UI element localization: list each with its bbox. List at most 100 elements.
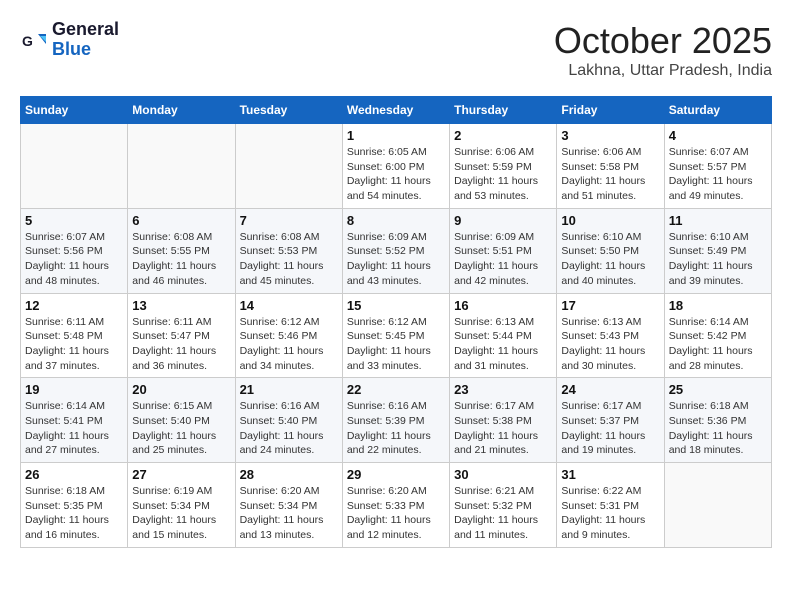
logo-general: General bbox=[52, 20, 119, 40]
calendar-cell: 14 Sunrise: 6:12 AM Sunset: 5:46 PM Dayli… bbox=[235, 293, 342, 378]
day-number: 14 bbox=[240, 298, 338, 313]
location: Lakhna, Uttar Pradesh, India bbox=[554, 62, 772, 80]
calendar-cell: 28 Sunrise: 6:20 AM Sunset: 5:34 PM Dayli… bbox=[235, 463, 342, 548]
day-number: 25 bbox=[669, 382, 767, 397]
day-info: Sunrise: 6:07 AM Sunset: 5:56 PM Dayligh… bbox=[25, 230, 123, 289]
day-number: 15 bbox=[347, 298, 445, 313]
logo: G General Blue bbox=[20, 20, 119, 60]
day-info: Sunrise: 6:07 AM Sunset: 5:57 PM Dayligh… bbox=[669, 145, 767, 204]
week-row-2: 5 Sunrise: 6:07 AM Sunset: 5:56 PM Daylig… bbox=[21, 208, 772, 293]
calendar-table: SundayMondayTuesdayWednesdayThursdayFrid… bbox=[20, 96, 772, 548]
day-number: 19 bbox=[25, 382, 123, 397]
calendar-cell: 21 Sunrise: 6:16 AM Sunset: 5:40 PM Dayli… bbox=[235, 378, 342, 463]
day-number: 29 bbox=[347, 467, 445, 482]
day-number: 9 bbox=[454, 213, 552, 228]
calendar-cell: 12 Sunrise: 6:11 AM Sunset: 5:48 PM Dayli… bbox=[21, 293, 128, 378]
day-info: Sunrise: 6:10 AM Sunset: 5:50 PM Dayligh… bbox=[561, 230, 659, 289]
calendar-cell: 9 Sunrise: 6:09 AM Sunset: 5:51 PM Daylig… bbox=[450, 208, 557, 293]
calendar-cell: 10 Sunrise: 6:10 AM Sunset: 5:50 PM Dayli… bbox=[557, 208, 664, 293]
calendar-cell: 15 Sunrise: 6:12 AM Sunset: 5:45 PM Dayli… bbox=[342, 293, 449, 378]
day-number: 16 bbox=[454, 298, 552, 313]
calendar-cell: 6 Sunrise: 6:08 AM Sunset: 5:55 PM Daylig… bbox=[128, 208, 235, 293]
day-info: Sunrise: 6:19 AM Sunset: 5:34 PM Dayligh… bbox=[132, 484, 230, 543]
day-number: 22 bbox=[347, 382, 445, 397]
weekday-header-saturday: Saturday bbox=[664, 97, 771, 124]
calendar-cell: 30 Sunrise: 6:21 AM Sunset: 5:32 PM Dayli… bbox=[450, 463, 557, 548]
day-info: Sunrise: 6:21 AM Sunset: 5:32 PM Dayligh… bbox=[454, 484, 552, 543]
calendar-cell: 7 Sunrise: 6:08 AM Sunset: 5:53 PM Daylig… bbox=[235, 208, 342, 293]
day-number: 20 bbox=[132, 382, 230, 397]
calendar-cell: 31Sunrise: 6:22 AM Sunset: 5:31 PM Dayli… bbox=[557, 463, 664, 548]
day-info: Sunrise: 6:20 AM Sunset: 5:34 PM Dayligh… bbox=[240, 484, 338, 543]
calendar-cell: 19Sunrise: 6:14 AM Sunset: 5:41 PM Dayli… bbox=[21, 378, 128, 463]
calendar-cell: 3Sunrise: 6:06 AM Sunset: 5:58 PM Daylig… bbox=[557, 124, 664, 209]
day-info: Sunrise: 6:09 AM Sunset: 5:51 PM Dayligh… bbox=[454, 230, 552, 289]
weekday-header-friday: Friday bbox=[557, 97, 664, 124]
day-number: 24 bbox=[561, 382, 659, 397]
day-number: 8 bbox=[347, 213, 445, 228]
day-number: 18 bbox=[669, 298, 767, 313]
day-number: 2 bbox=[454, 128, 552, 143]
weekday-header-wednesday: Wednesday bbox=[342, 97, 449, 124]
day-info: Sunrise: 6:16 AM Sunset: 5:40 PM Dayligh… bbox=[240, 399, 338, 458]
day-info: Sunrise: 6:05 AM Sunset: 6:00 PM Dayligh… bbox=[347, 145, 445, 204]
day-number: 1 bbox=[347, 128, 445, 143]
day-info: Sunrise: 6:14 AM Sunset: 5:42 PM Dayligh… bbox=[669, 315, 767, 374]
day-info: Sunrise: 6:11 AM Sunset: 5:48 PM Dayligh… bbox=[25, 315, 123, 374]
day-number: 30 bbox=[454, 467, 552, 482]
weekday-header-row: SundayMondayTuesdayWednesdayThursdayFrid… bbox=[21, 97, 772, 124]
calendar-cell bbox=[235, 124, 342, 209]
day-info: Sunrise: 6:22 AM Sunset: 5:31 PM Dayligh… bbox=[561, 484, 659, 543]
day-number: 17 bbox=[561, 298, 659, 313]
week-row-1: 1 Sunrise: 6:05 AM Sunset: 6:00 PM Daylig… bbox=[21, 124, 772, 209]
day-number: 11 bbox=[669, 213, 767, 228]
week-row-5: 26 Sunrise: 6:18 AM Sunset: 5:35 PM Dayli… bbox=[21, 463, 772, 548]
day-number: 28 bbox=[240, 467, 338, 482]
calendar-cell: 1 Sunrise: 6:05 AM Sunset: 6:00 PM Daylig… bbox=[342, 124, 449, 209]
calendar-cell: 29Sunrise: 6:20 AM Sunset: 5:33 PM Dayli… bbox=[342, 463, 449, 548]
day-number: 21 bbox=[240, 382, 338, 397]
calendar-cell: 4 Sunrise: 6:07 AM Sunset: 5:57 PM Daylig… bbox=[664, 124, 771, 209]
day-number: 13 bbox=[132, 298, 230, 313]
day-info: Sunrise: 6:11 AM Sunset: 5:47 PM Dayligh… bbox=[132, 315, 230, 374]
title-block: October 2025 Lakhna, Uttar Pradesh, Indi… bbox=[554, 20, 772, 80]
day-number: 10 bbox=[561, 213, 659, 228]
day-number: 5 bbox=[25, 213, 123, 228]
logo-blue: Blue bbox=[52, 40, 119, 60]
week-row-4: 19Sunrise: 6:14 AM Sunset: 5:41 PM Dayli… bbox=[21, 378, 772, 463]
day-info: Sunrise: 6:06 AM Sunset: 5:58 PM Dayligh… bbox=[561, 145, 659, 204]
calendar-cell: 8 Sunrise: 6:09 AM Sunset: 5:52 PM Daylig… bbox=[342, 208, 449, 293]
day-number: 4 bbox=[669, 128, 767, 143]
calendar-cell: 11 Sunrise: 6:10 AM Sunset: 5:49 PM Dayli… bbox=[664, 208, 771, 293]
day-info: Sunrise: 6:18 AM Sunset: 5:35 PM Dayligh… bbox=[25, 484, 123, 543]
calendar-cell: 22 Sunrise: 6:16 AM Sunset: 5:39 PM Dayli… bbox=[342, 378, 449, 463]
day-info: Sunrise: 6:13 AM Sunset: 5:43 PM Dayligh… bbox=[561, 315, 659, 374]
svg-text:G: G bbox=[22, 33, 33, 49]
calendar-cell: 20 Sunrise: 6:15 AM Sunset: 5:40 PM Dayli… bbox=[128, 378, 235, 463]
day-info: Sunrise: 6:06 AM Sunset: 5:59 PM Dayligh… bbox=[454, 145, 552, 204]
day-info: Sunrise: 6:15 AM Sunset: 5:40 PM Dayligh… bbox=[132, 399, 230, 458]
day-info: Sunrise: 6:16 AM Sunset: 5:39 PM Dayligh… bbox=[347, 399, 445, 458]
day-info: Sunrise: 6:12 AM Sunset: 5:46 PM Dayligh… bbox=[240, 315, 338, 374]
day-number: 12 bbox=[25, 298, 123, 313]
day-number: 6 bbox=[132, 213, 230, 228]
day-info: Sunrise: 6:17 AM Sunset: 5:37 PM Dayligh… bbox=[561, 399, 659, 458]
day-info: Sunrise: 6:18 AM Sunset: 5:36 PM Dayligh… bbox=[669, 399, 767, 458]
calendar-cell bbox=[664, 463, 771, 548]
day-number: 23 bbox=[454, 382, 552, 397]
day-info: Sunrise: 6:09 AM Sunset: 5:52 PM Dayligh… bbox=[347, 230, 445, 289]
day-info: Sunrise: 6:08 AM Sunset: 5:55 PM Dayligh… bbox=[132, 230, 230, 289]
week-row-3: 12 Sunrise: 6:11 AM Sunset: 5:48 PM Dayli… bbox=[21, 293, 772, 378]
day-number: 26 bbox=[25, 467, 123, 482]
calendar-cell: 5 Sunrise: 6:07 AM Sunset: 5:56 PM Daylig… bbox=[21, 208, 128, 293]
weekday-header-monday: Monday bbox=[128, 97, 235, 124]
day-info: Sunrise: 6:12 AM Sunset: 5:45 PM Dayligh… bbox=[347, 315, 445, 374]
day-info: Sunrise: 6:10 AM Sunset: 5:49 PM Dayligh… bbox=[669, 230, 767, 289]
calendar-cell: 18 Sunrise: 6:14 AM Sunset: 5:42 PM Dayli… bbox=[664, 293, 771, 378]
day-info: Sunrise: 6:08 AM Sunset: 5:53 PM Dayligh… bbox=[240, 230, 338, 289]
day-number: 7 bbox=[240, 213, 338, 228]
calendar-cell: 16 Sunrise: 6:13 AM Sunset: 5:44 PM Dayli… bbox=[450, 293, 557, 378]
calendar-cell: 24 Sunrise: 6:17 AM Sunset: 5:37 PM Dayli… bbox=[557, 378, 664, 463]
day-info: Sunrise: 6:13 AM Sunset: 5:44 PM Dayligh… bbox=[454, 315, 552, 374]
logo-icon: G bbox=[20, 26, 48, 54]
